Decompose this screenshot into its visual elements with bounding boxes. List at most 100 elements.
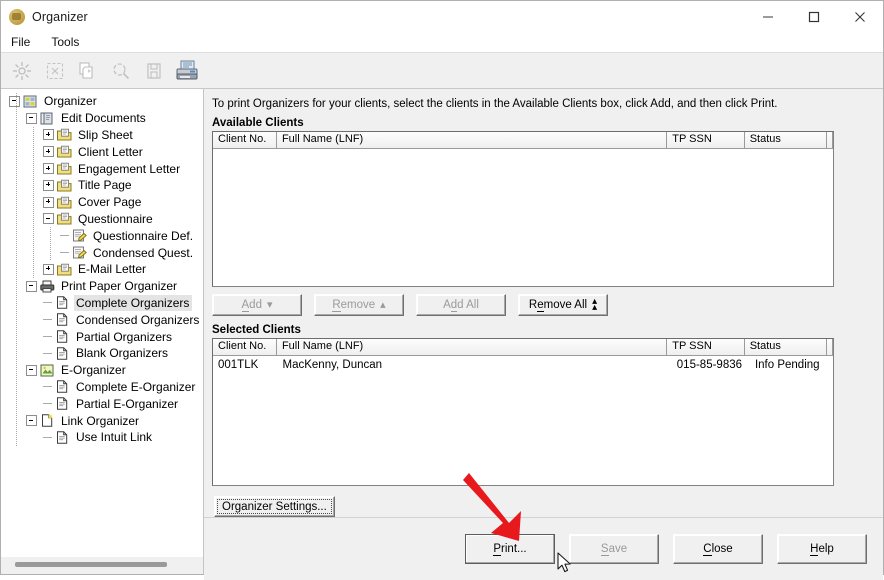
- organizer-settings-button[interactable]: Organizer Settings...: [214, 496, 335, 517]
- tree-item-label: Blank Organizers: [74, 345, 171, 361]
- tree-collapse-icon[interactable]: [26, 281, 37, 292]
- tree-item-label: E-Mail Letter: [76, 261, 149, 277]
- tree-item-print-paper-organizer[interactable]: Print Paper Organizer: [1, 278, 203, 295]
- selected-clients-list[interactable]: Client No. Full Name (LNF) TP SSN Status…: [212, 338, 834, 486]
- link-page-icon: [39, 413, 56, 428]
- tree-item-questionnaire-def[interactable]: Questionnaire Def.: [1, 227, 203, 244]
- tree-connector-line: [43, 302, 52, 303]
- cell-tp-ssn: 015-85-9836: [672, 359, 750, 371]
- folder-doc-icon: [56, 127, 73, 142]
- menu-tools[interactable]: Tools: [48, 34, 89, 51]
- tree-item-label: Partial E-Organizer: [74, 396, 181, 412]
- questionnaire-icon: [71, 245, 88, 260]
- tree-item-organizer[interactable]: Organizer: [1, 93, 203, 110]
- tree-item-label: Complete E-Organizer: [74, 379, 198, 395]
- tree-expand-icon[interactable]: [43, 163, 54, 174]
- column-header-full-name[interactable]: Full Name (LNF): [277, 132, 667, 148]
- navigation-tree[interactable]: OrganizerEdit DocumentsSlip SheetClient …: [1, 89, 203, 557]
- table-row[interactable]: 001TLKMacKenny, Duncan015-85-9836Info Pe…: [213, 356, 833, 373]
- tree-item-label: Print Paper Organizer: [59, 278, 180, 294]
- column-header-client-no[interactable]: Client No.: [213, 339, 277, 355]
- tree-item-partial-e-organizer[interactable]: Partial E-Organizer: [1, 395, 203, 412]
- tree-expand-icon[interactable]: [43, 129, 54, 140]
- page-icon: [54, 346, 71, 361]
- remove-all-button[interactable]: Remove All ▴▴: [518, 294, 608, 316]
- tree-item-title-page[interactable]: Title Page: [1, 177, 203, 194]
- questionnaire-icon: [71, 228, 88, 243]
- tree-item-link-organizer[interactable]: Link Organizer: [1, 412, 203, 429]
- title-bar: Organizer: [1, 1, 883, 32]
- copy-pages-icon: [72, 56, 103, 85]
- print-button[interactable]: Print...: [465, 534, 555, 564]
- tree-expand-icon[interactable]: [43, 264, 54, 275]
- print-icon[interactable]: [171, 56, 202, 85]
- close-icon[interactable]: [837, 1, 883, 32]
- folder-doc-icon: [56, 195, 73, 210]
- double-chevron-up-icon: ▴▴: [592, 299, 597, 311]
- tree-item-client-letter[interactable]: Client Letter: [1, 143, 203, 160]
- folder-doc-icon: [56, 161, 73, 176]
- tree-item-e-organizer[interactable]: E-Organizer: [1, 362, 203, 379]
- tree-item-slip-sheet[interactable]: Slip Sheet: [1, 127, 203, 144]
- tree-collapse-icon[interactable]: [26, 365, 37, 376]
- settings-row: Organizer Settings...: [204, 486, 883, 517]
- page-icon: [54, 430, 71, 445]
- close-button[interactable]: Close: [673, 534, 763, 564]
- instructions-text: To print Organizers for your clients, se…: [204, 89, 883, 115]
- help-button[interactable]: Help: [777, 534, 867, 564]
- tree-horizontal-scrollbar[interactable]: [1, 557, 203, 574]
- cell-full-name: MacKenny, Duncan: [278, 359, 672, 371]
- tree-item-label: Complete Organizers: [74, 295, 192, 311]
- tree-item-label: Slip Sheet: [76, 127, 136, 143]
- tree-rail: [50, 227, 51, 261]
- column-header-tp-ssn[interactable]: TP SSN: [667, 132, 744, 148]
- tree-item-edit-documents[interactable]: Edit Documents: [1, 110, 203, 127]
- tree-item-complete-e-organizer[interactable]: Complete E-Organizer: [1, 379, 203, 396]
- tree-item-label: Condensed Quest.: [91, 245, 196, 261]
- tree-item-partial-organizers[interactable]: Partial Organizers: [1, 328, 203, 345]
- add-button[interactable]: Add▾: [212, 294, 302, 316]
- tree-expand-icon[interactable]: [43, 146, 54, 157]
- tree-expand-icon[interactable]: [43, 197, 54, 208]
- tree-collapse-icon[interactable]: [43, 213, 54, 224]
- tree-item-label: Link Organizer: [59, 413, 142, 429]
- tree-item-label: Client Letter: [76, 144, 146, 160]
- column-header-filler: [827, 339, 833, 355]
- tree-item-label: Cover Page: [76, 194, 144, 210]
- window-controls: [745, 1, 883, 32]
- maximize-icon[interactable]: [791, 1, 837, 32]
- tree-item-use-intuit-link[interactable]: Use Intuit Link: [1, 429, 203, 446]
- add-all-button[interactable]: Add All: [416, 294, 506, 316]
- tree-item-condensed-organizers[interactable]: Condensed Organizers: [1, 311, 203, 328]
- column-header-tp-ssn[interactable]: TP SSN: [667, 339, 744, 355]
- tree-connector-line: [60, 252, 69, 253]
- column-header-filler: [827, 132, 833, 148]
- column-header-client-no[interactable]: Client No.: [213, 132, 277, 148]
- tree-item-questionnaire[interactable]: Questionnaire: [1, 211, 203, 228]
- tree-item-e-mail-letter[interactable]: E-Mail Letter: [1, 261, 203, 278]
- save-button[interactable]: Save: [569, 534, 659, 564]
- column-header-full-name[interactable]: Full Name (LNF): [277, 339, 667, 355]
- transfer-buttons: Add▾ Remove▴ Add All Remove All ▴▴: [204, 287, 883, 322]
- remove-button[interactable]: Remove▴: [314, 294, 404, 316]
- tree-item-label: Engagement Letter: [76, 161, 183, 177]
- tree-expand-icon[interactable]: [43, 180, 54, 191]
- tree-item-complete-organizers[interactable]: Complete Organizers: [1, 295, 203, 312]
- column-header-status[interactable]: Status: [745, 339, 827, 355]
- tree-item-engagement-letter[interactable]: Engagement Letter: [1, 160, 203, 177]
- tree-collapse-icon[interactable]: [26, 113, 37, 124]
- tree-collapse-icon[interactable]: [9, 96, 20, 107]
- column-header-status[interactable]: Status: [745, 132, 827, 148]
- minimize-icon[interactable]: [745, 1, 791, 32]
- menu-file[interactable]: File: [8, 34, 40, 51]
- tree-item-cover-page[interactable]: Cover Page: [1, 194, 203, 211]
- tree-collapse-icon[interactable]: [26, 415, 37, 426]
- tree-scrollbar-thumb[interactable]: [15, 562, 167, 567]
- tree-rail: [16, 93, 17, 446]
- tree-rail: [33, 127, 34, 278]
- available-clients-label: Available Clients: [204, 115, 883, 131]
- tree-item-condensed-quest[interactable]: Condensed Quest.: [1, 244, 203, 261]
- tree-item-blank-organizers[interactable]: Blank Organizers: [1, 345, 203, 362]
- available-clients-list[interactable]: Client No. Full Name (LNF) TP SSN Status: [212, 131, 834, 287]
- tree-connector-line: [43, 403, 52, 404]
